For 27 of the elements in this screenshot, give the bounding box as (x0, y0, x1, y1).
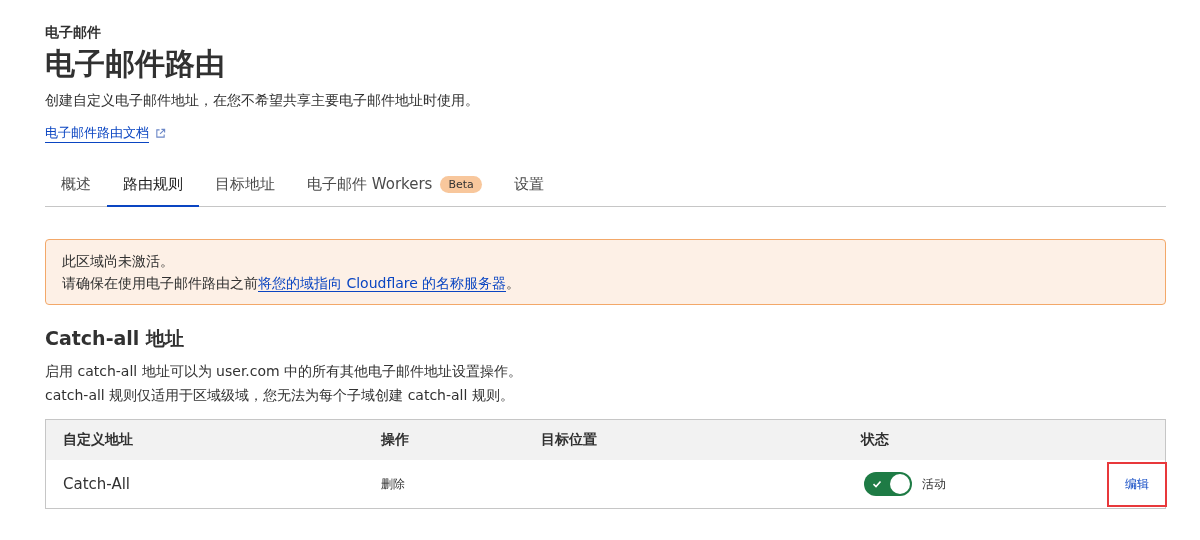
external-link-icon (155, 128, 166, 139)
section-description: catch-all 规则仅适用于区域级域，您无法为每个子域创建 catch-all 规则。 (45, 386, 515, 405)
column-header: 自定义地址 (63, 431, 134, 449)
toggle-switch[interactable] (864, 472, 912, 496)
column-header: 状态 (861, 431, 890, 449)
beta-badge: Beta (440, 176, 482, 193)
breadcrumb: 电子邮件 (45, 23, 102, 42)
section-title: Catch-all 地址 (45, 326, 185, 351)
table-cell-text: Catch-All (63, 475, 131, 493)
check-icon (872, 479, 882, 489)
column-header: 目标位置 (541, 431, 598, 449)
nameserver-link[interactable]: 将您的域指向 Cloudflare 的名称服务器 (258, 275, 507, 292)
section-description: 启用 catch-all 地址可以为 user.com 中的所有其他电子邮件地址设置操作。 (45, 362, 524, 381)
tab[interactable]: 设置 (497, 167, 560, 207)
docs-link[interactable]: 电子邮件路由文档 (45, 124, 149, 143)
tab[interactable]: 路由规则 (107, 167, 199, 207)
alert-text: 此区域尚未激活。 (62, 252, 175, 271)
alert-text: 请确保在使用电子邮件路由之前将您的域指向 Cloudflare 的名称服务器。 (62, 274, 522, 294)
edit-link[interactable]: 编辑 (1107, 461, 1167, 507)
column-header: 操作 (381, 431, 410, 449)
page-title: 电子邮件路由 (45, 45, 226, 83)
table-cell-text: 删除 (381, 475, 406, 493)
page-description: 创建自定义电子邮件地址，在您不希望共享主要电子邮件地址时使用。 (45, 91, 480, 110)
tab[interactable]: 目标地址 (199, 167, 291, 207)
tab[interactable]: 电子邮件 Workers Beta (291, 167, 498, 207)
tab[interactable]: 概述 (45, 167, 107, 207)
status-label: 活动 (922, 475, 946, 493)
